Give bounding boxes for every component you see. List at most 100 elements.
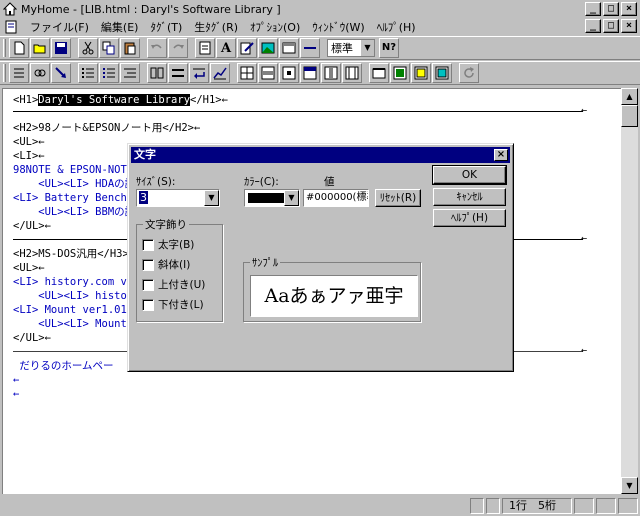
align-icon[interactable] (147, 63, 167, 83)
form-yellow-icon[interactable] (411, 63, 431, 83)
chevron-down-icon[interactable]: ▼ (360, 40, 374, 56)
toolbar-grip-2[interactable] (3, 64, 6, 82)
table-cell-icon[interactable] (279, 63, 299, 83)
anchor-arrow-icon[interactable] (51, 63, 71, 83)
editor-line: <H2>98ノート&EPSONノート用</H2>← (13, 122, 201, 134)
doc-restore-button[interactable]: □ (603, 19, 619, 33)
size-combo[interactable]: 3 ▼ (136, 189, 220, 207)
horizontal-rule-marker (13, 111, 583, 112)
scroll-down-icon[interactable]: ▼ (621, 477, 638, 494)
menu-file[interactable]: ファイル(F) (24, 19, 95, 35)
style-select[interactable]: 標準 ▼ (327, 39, 375, 57)
status-panel (596, 498, 616, 514)
decoration-title: 文字飾り (143, 217, 189, 232)
horizontal-rule-icon[interactable] (300, 38, 320, 58)
minimize-button[interactable]: _ (585, 2, 601, 16)
menu-help[interactable]: ﾍﾙﾌﾟ(H) (371, 19, 422, 35)
status-panel (470, 498, 484, 514)
checkbox-box[interactable] (142, 298, 154, 311)
ok-button[interactable]: OK (432, 165, 507, 185)
doc-minimize-button[interactable]: _ (585, 19, 601, 33)
dialog-title-bar: 文字 × (131, 147, 510, 163)
table-icon[interactable] (237, 63, 257, 83)
selected-text: Daryl's Software Library (38, 94, 191, 106)
table-split-icon[interactable] (342, 63, 362, 83)
menu-raw-tag[interactable]: 生ﾀｸﾞ(R) (188, 19, 244, 35)
line-break-icon[interactable] (189, 63, 209, 83)
document-window-controls: _ □ × (583, 19, 637, 33)
definition-list-icon[interactable] (120, 63, 140, 83)
chevron-down-icon[interactable]: ▼ (204, 190, 219, 206)
document-icon[interactable] (4, 20, 18, 34)
superscript-checkbox[interactable]: 上付き(U) (142, 277, 205, 292)
table-header-icon[interactable] (300, 63, 320, 83)
font-icon[interactable]: A (216, 38, 236, 58)
chevron-down-icon[interactable]: ▼ (284, 190, 299, 206)
form-list-icon[interactable] (432, 63, 452, 83)
window-title: MyHome - [LIB.html : Daryl's Software Li… (21, 2, 281, 16)
bullet-list-icon[interactable] (78, 63, 98, 83)
cancel-button[interactable]: ｷｬﾝｾﾙ (433, 188, 506, 206)
page-icon[interactable] (195, 38, 215, 58)
dialog-close-icon[interactable]: × (494, 149, 508, 161)
checkbox-box[interactable] (142, 278, 154, 291)
superscript-label: 上付き(U) (158, 279, 206, 291)
table-column-icon[interactable] (321, 63, 341, 83)
save-disk-icon[interactable] (51, 38, 71, 58)
status-panel (486, 498, 500, 514)
editor-line: ← (13, 388, 20, 400)
checkbox-box[interactable] (142, 238, 154, 251)
form-icon[interactable] (369, 63, 389, 83)
checkbox-box[interactable] (142, 258, 154, 271)
table-row-icon[interactable] (258, 63, 278, 83)
sample-title: ｻﾝﾌﾟﾙ (250, 255, 281, 270)
color-value-field[interactable]: #000000(標準) (303, 189, 369, 207)
vertical-scrollbar[interactable]: ▲ ▼ (621, 88, 638, 494)
close-button[interactable]: × (621, 2, 637, 16)
reset-button[interactable]: ﾘｾｯﾄ(R) (375, 189, 421, 207)
editor-text: <H1> (13, 94, 39, 106)
menu-options[interactable]: ｵﾌﾟｼｮﾝ(O) (244, 19, 306, 35)
editor-line: <LI> Battery Bench M (13, 192, 140, 204)
color-combo[interactable]: ▼ (244, 189, 300, 207)
maximize-button[interactable]: □ (603, 2, 619, 16)
toolbar-grip[interactable] (3, 39, 6, 57)
editor-line: <LI> history.com ver (13, 276, 140, 288)
doc-close-button[interactable]: × (621, 19, 637, 33)
editor-line: <H2>MS-DOS汎用</H3>← (13, 248, 136, 260)
editor-line: 98NOTE & EPSON-NOTE (13, 164, 134, 176)
menu-edit[interactable]: 編集(E) (95, 19, 145, 35)
redo-icon[interactable] (168, 38, 188, 58)
paragraph-icon[interactable] (9, 63, 29, 83)
frame-icon[interactable] (279, 38, 299, 58)
open-folder-icon[interactable] (30, 38, 50, 58)
new-file-icon[interactable] (9, 38, 29, 58)
context-help-icon[interactable]: N? (379, 38, 399, 58)
title-bar: MyHome - [LIB.html : Daryl's Software Li… (0, 0, 640, 18)
scroll-thumb[interactable] (621, 105, 638, 127)
numbered-list-icon[interactable] (99, 63, 119, 83)
form-green-icon[interactable] (390, 63, 410, 83)
copy-icon[interactable] (99, 38, 119, 58)
help-button[interactable]: ﾍﾙﾌﾟ(H) (433, 209, 506, 227)
editor-line: <UL><LI> BBMの説 (13, 206, 136, 218)
menu-window[interactable]: ｳｨﾝﾄﾞｳ(W) (306, 19, 370, 35)
center-icon[interactable] (168, 63, 188, 83)
edit-page-icon[interactable] (237, 38, 257, 58)
refresh-icon[interactable] (459, 63, 479, 83)
subscript-checkbox[interactable]: 下付き(L) (142, 297, 204, 312)
main-toolbar: A 標準 ▼ N? (0, 36, 640, 60)
menu-tag[interactable]: ﾀｸﾞ(T) (144, 19, 188, 35)
scroll-up-icon[interactable]: ▲ (621, 88, 638, 105)
size-value: 3 (139, 191, 148, 204)
link-icon[interactable] (30, 63, 50, 83)
italic-checkbox[interactable]: 斜体(I) (142, 257, 190, 272)
cut-icon[interactable] (78, 38, 98, 58)
chart-icon[interactable] (210, 63, 230, 83)
bold-checkbox[interactable]: 太字(B) (142, 237, 194, 252)
paste-icon[interactable] (120, 38, 140, 58)
undo-icon[interactable] (147, 38, 167, 58)
image-icon[interactable] (258, 38, 278, 58)
return-arrow-icon: ← (581, 105, 588, 116)
status-panel (618, 498, 638, 514)
